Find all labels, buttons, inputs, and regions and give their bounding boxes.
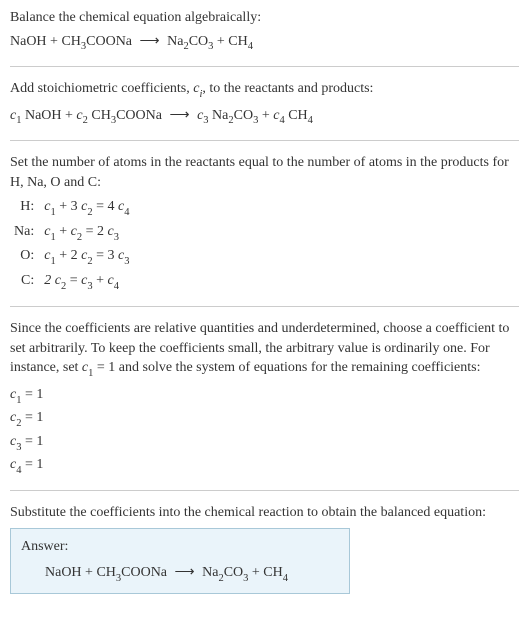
step1-text: Add stoichiometric coefficients, ci, to … bbox=[10, 79, 519, 101]
balance-eq: 2 c2 = c3 + c4 bbox=[40, 270, 133, 294]
solution-item: c3 = 1 bbox=[10, 432, 519, 454]
balance-eq: c1 + 3 c2 = 4 c4 bbox=[40, 196, 133, 220]
element-label: Na: bbox=[10, 221, 40, 245]
divider bbox=[10, 66, 519, 67]
answer-equation: NaOH + CH3COONa ⟶ Na2CO3 + CH4 bbox=[21, 563, 339, 585]
atom-balance-table: H: c1 + 3 c2 = 4 c4 Na: c1 + c2 = 2 c3 O… bbox=[10, 196, 133, 294]
arrow-icon: ⟶ bbox=[171, 565, 199, 580]
step3-text: Since the coefficients are relative quan… bbox=[10, 319, 519, 381]
step4-section: Substitute the coefficients into the che… bbox=[10, 503, 519, 595]
answer-box: Answer: NaOH + CH3COONa ⟶ Na2CO3 + CH4 bbox=[10, 528, 350, 594]
table-row: C: 2 c2 = c3 + c4 bbox=[10, 270, 133, 294]
solution-item: c1 = 1 bbox=[10, 385, 519, 407]
step4-text: Substitute the coefficients into the che… bbox=[10, 503, 519, 523]
answer-label: Answer: bbox=[21, 537, 339, 557]
intro-eq-rhs: Na2CO3 + CH4 bbox=[167, 34, 253, 49]
step1-equation: c1 NaOH + c2 CH3COONa ⟶ c3 Na2CO3 + c4 C… bbox=[10, 106, 519, 128]
step3-section: Since the coefficients are relative quan… bbox=[10, 319, 519, 478]
element-label: C: bbox=[10, 270, 40, 294]
divider bbox=[10, 306, 519, 307]
solution-item: c2 = 1 bbox=[10, 408, 519, 430]
divider bbox=[10, 490, 519, 491]
solution-item: c4 = 1 bbox=[10, 455, 519, 477]
intro-eq-lhs: NaOH + CH3COONa bbox=[10, 34, 132, 49]
balance-eq: c1 + c2 = 2 c3 bbox=[40, 221, 133, 245]
intro-section: Balance the chemical equation algebraica… bbox=[10, 8, 519, 54]
element-label: O: bbox=[10, 245, 40, 269]
table-row: Na: c1 + c2 = 2 c3 bbox=[10, 221, 133, 245]
step2-section: Set the number of atoms in the reactants… bbox=[10, 153, 519, 294]
table-row: O: c1 + 2 c2 = 3 c3 bbox=[10, 245, 133, 269]
intro-text: Balance the chemical equation algebraica… bbox=[10, 8, 519, 28]
balance-eq: c1 + 2 c2 = 3 c3 bbox=[40, 245, 133, 269]
step2-text: Set the number of atoms in the reactants… bbox=[10, 153, 519, 192]
arrow-icon: ⟶ bbox=[136, 34, 164, 49]
element-label: H: bbox=[10, 196, 40, 220]
table-row: H: c1 + 3 c2 = 4 c4 bbox=[10, 196, 133, 220]
divider bbox=[10, 140, 519, 141]
solutions-list: c1 = 1 c2 = 1 c3 = 1 c4 = 1 bbox=[10, 385, 519, 478]
intro-equation: NaOH + CH3COONa ⟶ Na2CO3 + CH4 bbox=[10, 32, 519, 54]
arrow-icon: ⟶ bbox=[165, 108, 193, 123]
step1-section: Add stoichiometric coefficients, ci, to … bbox=[10, 79, 519, 128]
